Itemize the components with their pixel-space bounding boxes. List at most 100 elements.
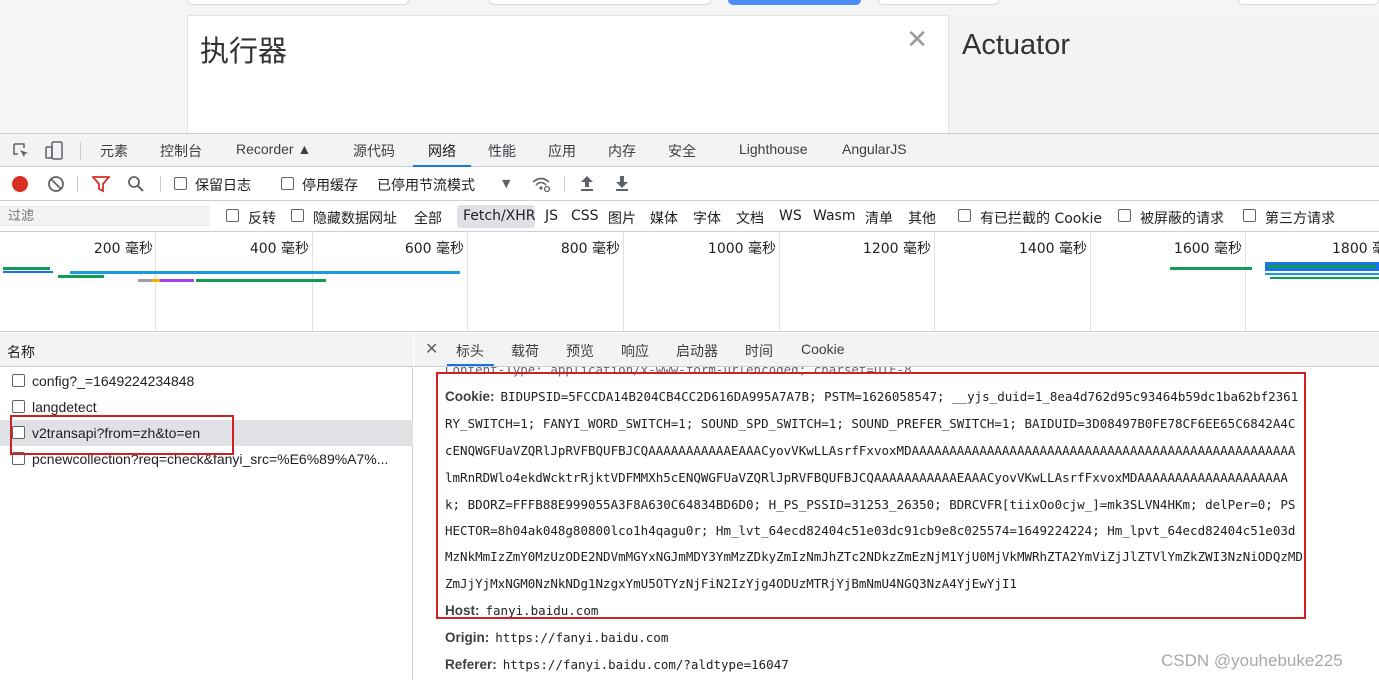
cookie-value-line: RY_SWITCH=1; FANYI_WORD_SWITCH=1; SOUND_… bbox=[445, 416, 1296, 431]
device-toggle-icon[interactable] bbox=[45, 141, 65, 161]
blocked-requests-checkbox[interactable] bbox=[1118, 209, 1131, 222]
filter-type-img[interactable]: 图片 bbox=[608, 208, 636, 228]
invert-checkbox[interactable] bbox=[226, 209, 239, 222]
request-details: ✕ 标头 载荷 预览 响应 启动器 时间 Cookie Content-Type… bbox=[414, 333, 1379, 680]
disable-cache-label: 停用缓存 bbox=[302, 178, 358, 194]
close-icon[interactable]: ✕ bbox=[906, 26, 928, 52]
blocked-cookies-checkbox[interactable] bbox=[958, 209, 971, 222]
referer-header: Referer: https://fanyi.baidu.com/?aldtype… bbox=[445, 657, 789, 672]
filter-type-media[interactable]: 媒体 bbox=[650, 208, 678, 228]
cookie-value-line: cENQWGFUaVZQRlJpRVFBQUFBJCQAAAAAAAAAAAEA… bbox=[445, 443, 1296, 458]
tab-application[interactable]: 应用 bbox=[548, 141, 576, 161]
cookie-header: Cookie: BIDUPSID=5FCCDA14B204CB4CC2D616DA… bbox=[445, 389, 1298, 404]
filter-icon[interactable] bbox=[92, 175, 110, 193]
hide-data-urls-label: 隐藏数据网址 bbox=[313, 211, 397, 227]
timeline-bar bbox=[1270, 277, 1379, 279]
request-row[interactable]: config?_=1649224234848 bbox=[0, 368, 413, 394]
origin-value: https://fanyi.baidu.com bbox=[495, 630, 669, 645]
top-control[interactable] bbox=[187, 0, 409, 5]
request-row-selected[interactable]: v2transapi?from=zh&to=en bbox=[0, 420, 413, 446]
target-text: Actuator bbox=[962, 29, 1070, 61]
clear-icon[interactable] bbox=[47, 175, 65, 193]
host-label: Host: bbox=[445, 603, 480, 618]
tick-label: 1000 毫秒 bbox=[707, 241, 776, 257]
filter-type-css[interactable]: CSS bbox=[571, 208, 599, 224]
tab-payload[interactable]: 载荷 bbox=[511, 341, 539, 361]
filter-type-fetch-xhr[interactable]: Fetch/XHR bbox=[463, 208, 536, 224]
tab-recorder[interactable]: Recorder ▲ bbox=[236, 141, 311, 157]
request-checkbox[interactable] bbox=[12, 426, 25, 439]
filter-input[interactable] bbox=[0, 205, 210, 227]
timeline-bar bbox=[3, 271, 53, 273]
tab-cookies[interactable]: Cookie bbox=[801, 341, 845, 357]
export-har-icon[interactable] bbox=[614, 174, 630, 192]
hide-data-urls-checkbox[interactable] bbox=[291, 209, 304, 222]
name-column-header[interactable]: 名称 bbox=[0, 333, 413, 367]
divider bbox=[80, 142, 81, 160]
preserve-log-checkbox[interactable] bbox=[174, 177, 187, 190]
close-icon[interactable]: ✕ bbox=[425, 339, 438, 359]
tab-angularjs[interactable]: AngularJS bbox=[842, 141, 907, 157]
tab-security[interactable]: 安全 bbox=[668, 141, 696, 161]
cookie-value-line: BIDUPSID=5FCCDA14B204CB4CC2D616DA995A7A7… bbox=[500, 389, 1299, 404]
tab-preview[interactable]: 预览 bbox=[566, 341, 594, 361]
timeline-bar bbox=[58, 275, 104, 278]
filter-type-other[interactable]: 其他 bbox=[908, 208, 936, 228]
third-party-checkbox[interactable] bbox=[1243, 209, 1256, 222]
filter-type-font[interactable]: 字体 bbox=[693, 208, 721, 228]
cookie-value-line: HECTOR=8h04ak048g80800lco1h4qagu0r; Hm_l… bbox=[445, 523, 1296, 538]
top-control[interactable] bbox=[878, 0, 999, 5]
cookie-value-line: ZmJjYjMxNGM0NzNkNDg1NzgxYmU5OTYzNjFiN2Iz… bbox=[445, 576, 1017, 591]
filter-type-doc[interactable]: 文档 bbox=[736, 208, 764, 228]
throttling-select[interactable]: 已停用节流模式 bbox=[377, 175, 475, 195]
tick-label: 1600 毫秒 bbox=[1173, 241, 1242, 257]
network-overview[interactable]: 200 毫秒 400 毫秒 600 毫秒 800 毫秒 1000 毫秒 1200… bbox=[0, 232, 1379, 332]
timeline-bar bbox=[1265, 273, 1379, 275]
timeline-bar bbox=[196, 279, 326, 282]
filter-type-wasm[interactable]: Wasm bbox=[813, 208, 855, 224]
tab-initiator[interactable]: 启动器 bbox=[676, 341, 718, 361]
top-control[interactable] bbox=[1238, 0, 1379, 5]
tab-console[interactable]: 控制台 bbox=[160, 141, 202, 161]
tick-label: 1400 毫秒 bbox=[1018, 241, 1087, 257]
tab-sources[interactable]: 源代码 bbox=[353, 141, 395, 161]
tab-performance[interactable]: 性能 bbox=[488, 141, 516, 161]
tab-timing[interactable]: 时间 bbox=[745, 341, 773, 361]
network-conditions-icon[interactable] bbox=[531, 175, 551, 193]
request-row[interactable]: langdetect bbox=[0, 394, 413, 420]
filter-type-manifest[interactable]: 清单 bbox=[865, 208, 893, 228]
origin-header: Origin: https://fanyi.baidu.com bbox=[445, 630, 668, 645]
chevron-down-icon[interactable]: ▼ bbox=[502, 177, 510, 190]
grid-line bbox=[467, 232, 468, 331]
referer-value: https://fanyi.baidu.com/?aldtype=16047 bbox=[502, 657, 789, 672]
disable-cache-checkbox[interactable] bbox=[281, 177, 294, 190]
watermark: CSDN @youhebuke225 bbox=[1161, 651, 1343, 670]
request-checkbox[interactable] bbox=[12, 452, 25, 465]
import-har-icon[interactable] bbox=[579, 174, 595, 192]
filter-type-js[interactable]: JS bbox=[545, 208, 558, 224]
request-row[interactable]: pcnewcollection?req=check&fanyi_src=%E6%… bbox=[0, 446, 413, 472]
filter-type-all[interactable]: 全部 bbox=[414, 208, 442, 228]
source-text[interactable]: 执行器 bbox=[200, 28, 287, 70]
tab-elements[interactable]: 元素 bbox=[100, 141, 128, 161]
source-text-area[interactable]: 执行器 ✕ bbox=[187, 15, 949, 133]
request-checkbox[interactable] bbox=[12, 400, 25, 413]
tab-headers[interactable]: 标头 bbox=[456, 341, 484, 361]
search-icon[interactable] bbox=[127, 175, 145, 193]
tab-lighthouse[interactable]: Lighthouse bbox=[739, 141, 808, 157]
filter-type-ws[interactable]: WS bbox=[779, 208, 802, 224]
tab-network[interactable]: 网络 bbox=[428, 141, 456, 161]
timeline-bar bbox=[138, 279, 152, 282]
record-icon[interactable] bbox=[12, 176, 28, 192]
translate-button[interactable] bbox=[728, 0, 861, 5]
blocked-cookies-label: 有已拦截的 Cookie bbox=[980, 211, 1102, 227]
inspect-element-icon[interactable] bbox=[12, 142, 30, 160]
target-text-area: Actuator bbox=[949, 15, 1379, 133]
top-control[interactable] bbox=[489, 0, 711, 5]
request-checkbox[interactable] bbox=[12, 374, 25, 387]
invert-label: 反转 bbox=[248, 211, 276, 227]
timeline-bar bbox=[70, 271, 460, 274]
tab-response[interactable]: 响应 bbox=[621, 341, 649, 361]
timeline-bar bbox=[3, 267, 50, 270]
tab-memory[interactable]: 内存 bbox=[608, 141, 636, 161]
